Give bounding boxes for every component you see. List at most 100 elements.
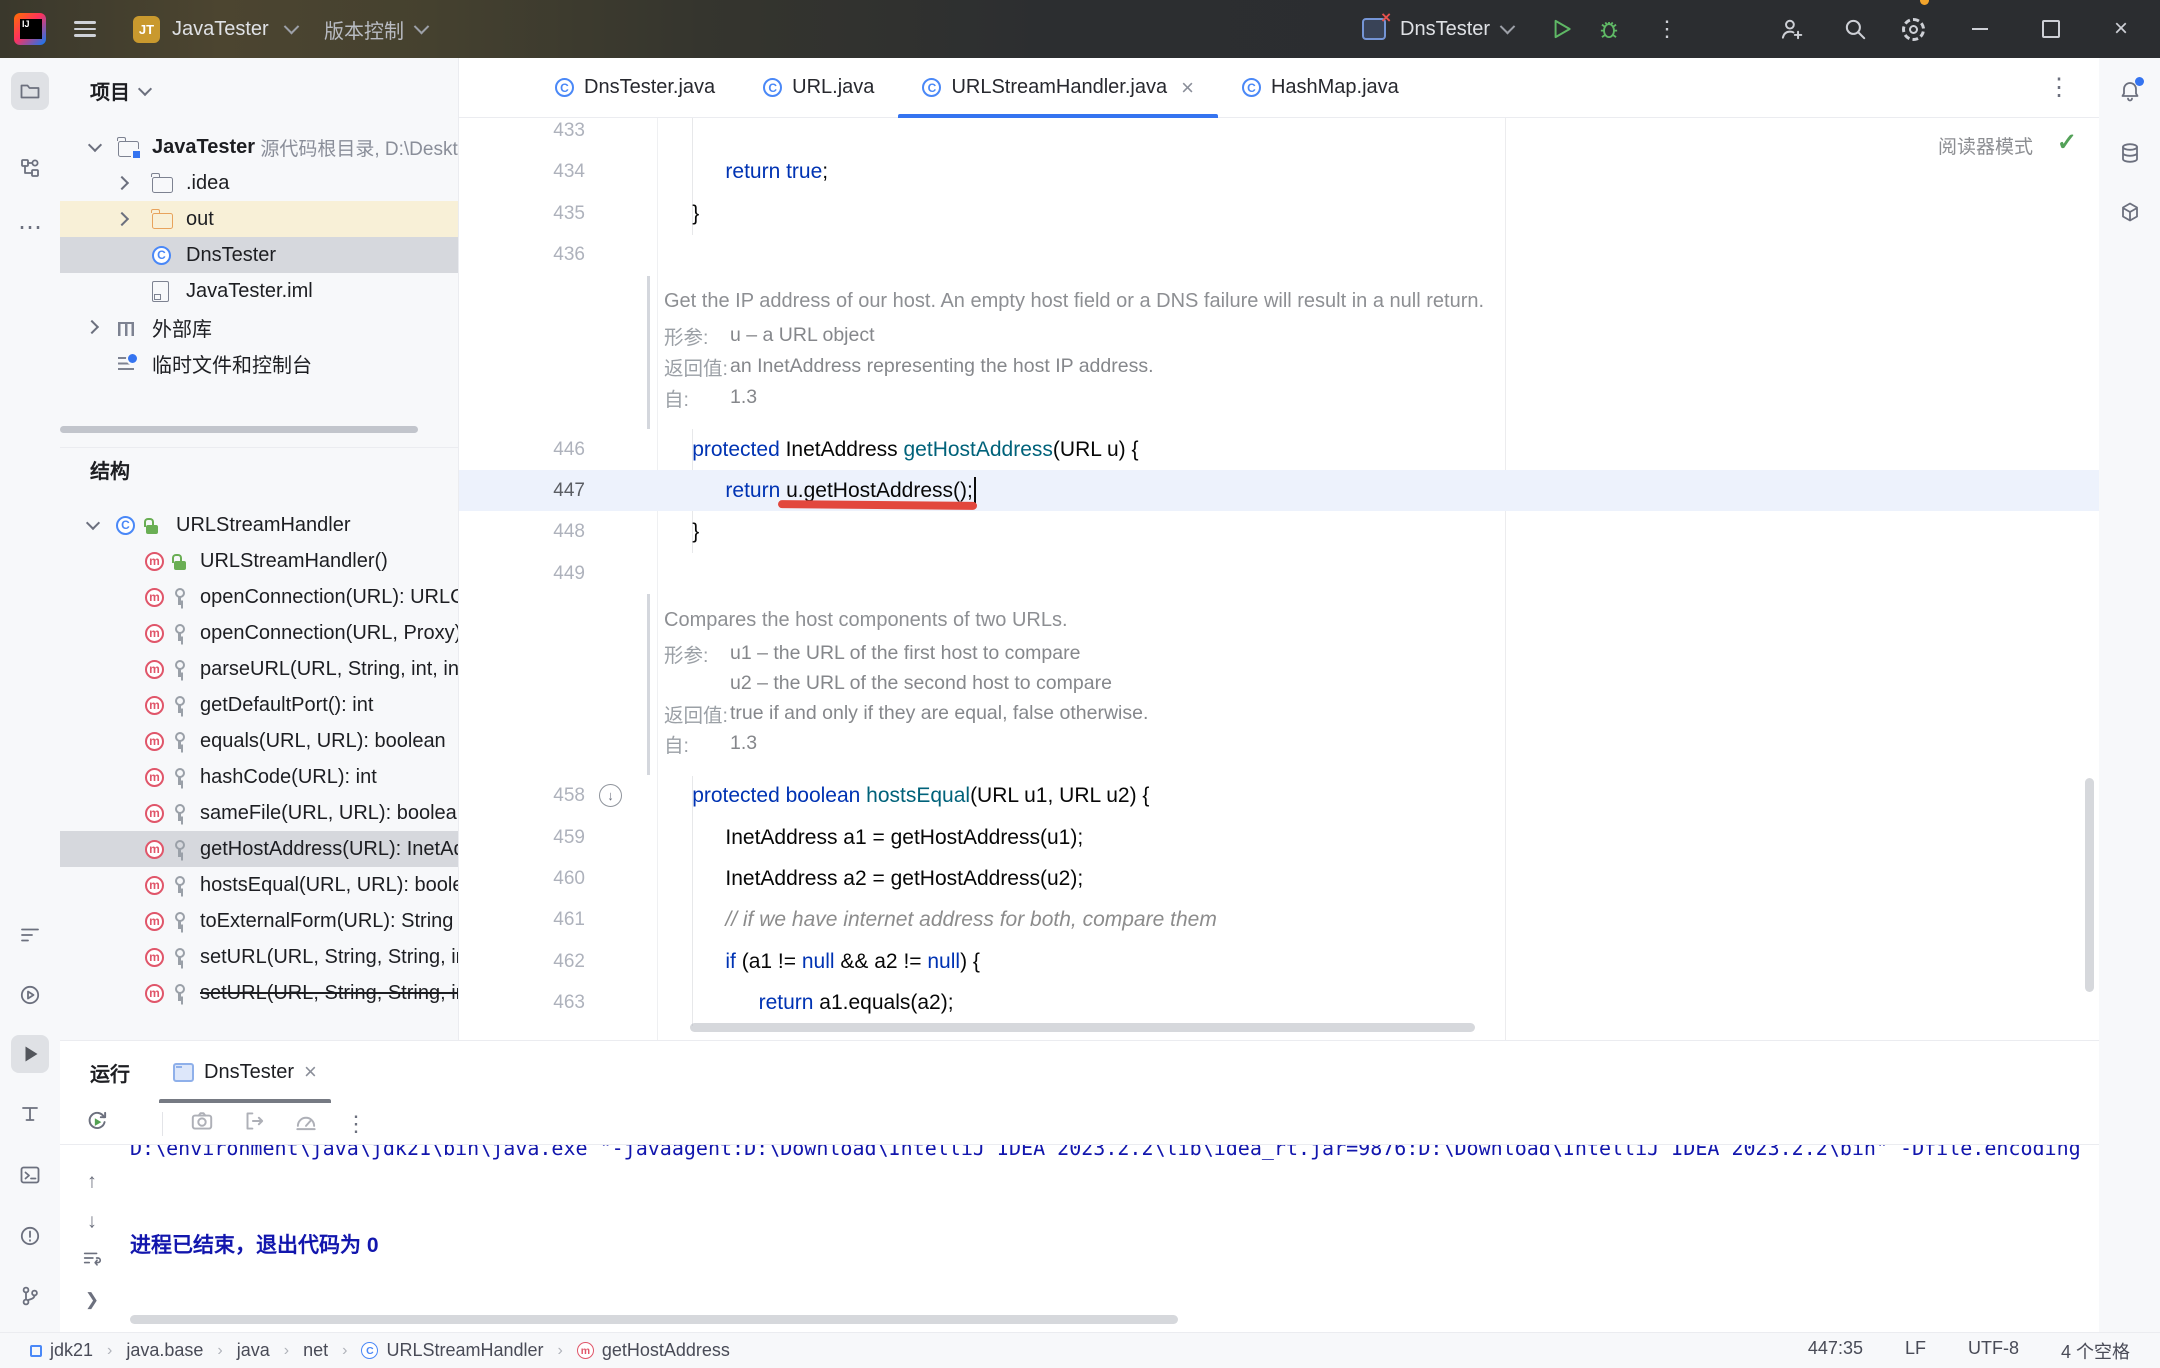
project-tree-item[interactable]: CDnsTester — [60, 237, 458, 273]
editor-tab[interactable]: CURL.java — [739, 58, 898, 117]
project-badge[interactable]: JT — [133, 0, 160, 58]
run-button[interactable] — [1548, 0, 1574, 58]
maximize-icon[interactable] — [2042, 0, 2060, 58]
breadcrumb-item[interactable]: CURLStreamHandler — [361, 1340, 543, 1361]
structure-method-item[interactable]: mgetDefaultPort(): int — [60, 687, 458, 723]
add-user-icon[interactable] — [1778, 0, 1804, 58]
close-icon[interactable]: × — [1181, 75, 1194, 101]
code-line-459[interactable]: 459InetAddress a1 = getHostAddress(u1); — [459, 817, 2099, 858]
reader-mode-label[interactable]: 阅读器模式 — [1938, 132, 2033, 159]
structure-method-item[interactable]: mhostsEqual(URL, URL): boolean — [60, 867, 458, 903]
breadcrumb-item[interactable]: net — [303, 1340, 328, 1361]
more-icon[interactable]: ⋮ — [1656, 0, 1678, 58]
panel-splitter[interactable] — [60, 447, 458, 448]
todo-icon[interactable] — [11, 916, 49, 954]
jump-icon[interactable] — [241, 1108, 267, 1139]
more-icon[interactable]: ⋮ — [2047, 73, 2071, 102]
structure-method-item[interactable]: mopenConnection(URL, Proxy): URLC — [60, 615, 458, 651]
code-line-436[interactable]: 436 — [459, 234, 2099, 275]
chevron-right-icon[interactable] — [120, 214, 127, 224]
code-line-461[interactable]: 461// if we have internet address for bo… — [459, 899, 2099, 940]
structure-method-item[interactable]: msetURL(URL, String, String, int, Strin — [60, 939, 458, 975]
run-icon[interactable] — [11, 1035, 49, 1073]
more-icon[interactable]: ⋯ — [11, 208, 49, 246]
run-tab-dnstester[interactable]: DnsTester × — [155, 1041, 335, 1103]
terminal-icon[interactable] — [11, 1156, 49, 1194]
project-folder-icon[interactable] — [11, 72, 49, 110]
indent-setting[interactable]: 4 个空格 — [2061, 1338, 2130, 1364]
horizontal-scrollbar[interactable] — [130, 1315, 1178, 1324]
project-panel-header[interactable]: 项目 — [90, 76, 150, 105]
structure-panel-header[interactable]: 结构 — [90, 455, 130, 484]
structure-method-item[interactable]: mURLStreamHandler() — [60, 543, 458, 579]
horizontal-scrollbar[interactable] — [60, 426, 418, 433]
caret-position[interactable]: 447:35 — [1808, 1338, 1863, 1364]
editor-tab[interactable]: CHashMap.java — [1218, 58, 1423, 117]
structure-icon[interactable] — [11, 149, 49, 187]
search-icon[interactable] — [1842, 0, 1868, 58]
expand-icon[interactable]: ❯ — [85, 1290, 99, 1310]
code-editor[interactable]: 433434return true;435}436Get the IP addr… — [459, 118, 2099, 1040]
chevron-right-icon[interactable] — [120, 178, 127, 188]
project-widget[interactable]: JavaTester — [172, 0, 269, 58]
editor-tab[interactable]: CDnsTester.java — [531, 58, 739, 117]
vcs-widget[interactable]: 版本控制 — [324, 0, 404, 58]
project-tree-item[interactable]: out — [60, 201, 458, 237]
camera-icon[interactable] — [189, 1108, 215, 1139]
scroll-down-icon[interactable]: ↓ — [87, 1211, 97, 1234]
gauge-icon[interactable] — [293, 1108, 319, 1139]
main-menu-icon[interactable] — [74, 0, 96, 58]
vertical-scrollbar[interactable] — [2085, 778, 2094, 992]
structure-method-item[interactable]: mparseURL(URL, String, int, int): void — [60, 651, 458, 687]
code-line-463[interactable]: 463return a1.equals(a2); — [459, 982, 2099, 1023]
structure-method-item[interactable]: mopenConnection(URL): URLConnec — [60, 579, 458, 615]
run-console[interactable]: ↑ ↓ ❯ D:\environment\java\jdk21\bin\java… — [60, 1144, 2099, 1333]
version-control-icon[interactable] — [11, 1277, 49, 1315]
structure-method-item[interactable]: mequals(URL, URL): boolean — [60, 723, 458, 759]
project-tree-item[interactable]: 临时文件和控制台 — [60, 345, 458, 381]
code-line-449[interactable]: 449 — [459, 553, 2099, 594]
structure-method-item[interactable]: mgetHostAddress(URL): InetAddress — [60, 831, 458, 867]
structure-method-item[interactable]: mhashCode(URL): int — [60, 759, 458, 795]
app-logo[interactable]: IJ — [14, 0, 46, 58]
minimize-icon[interactable] — [1972, 0, 1988, 58]
settings-icon[interactable] — [1902, 0, 1925, 58]
overridden-icon[interactable]: ↓ — [599, 784, 622, 807]
breadcrumb-item[interactable]: jdk21 — [30, 1340, 93, 1361]
rerun-icon[interactable] — [84, 1108, 110, 1139]
close-icon[interactable]: × — [2114, 0, 2128, 58]
code-line-446[interactable]: 446protected InetAddress getHostAddress(… — [459, 429, 2099, 470]
project-tree-item[interactable]: JavaTester.iml — [60, 273, 458, 309]
code-line-435[interactable]: 435} — [459, 193, 2099, 234]
structure-root-item[interactable]: CURLStreamHandler — [60, 507, 458, 543]
inspection-check-icon[interactable]: ✓ — [2057, 128, 2077, 157]
project-tree-item[interactable]: JavaTester 源代码根目录, D:\Desktop\J — [60, 129, 458, 165]
code-line-460[interactable]: 460InetAddress a2 = getHostAddress(u2); — [459, 858, 2099, 899]
line-separator[interactable]: LF — [1905, 1338, 1926, 1364]
problems-icon[interactable] — [11, 1217, 49, 1255]
chevron-down-icon[interactable] — [90, 144, 100, 150]
build-icon[interactable] — [11, 1095, 49, 1133]
code-line-458[interactable]: 458↓protected boolean hostsEqual(URL u1,… — [459, 775, 2099, 816]
scroll-up-icon[interactable]: ↑ — [87, 1171, 97, 1194]
horizontal-scrollbar[interactable] — [690, 1023, 1475, 1032]
code-line-433[interactable]: 433 — [459, 118, 2099, 151]
chevron-right-icon[interactable] — [90, 322, 97, 332]
breadcrumb-item[interactable]: java.base — [126, 1340, 203, 1361]
breadcrumb-item[interactable]: mgetHostAddress — [577, 1340, 730, 1361]
editor-tab[interactable]: CURLStreamHandler.java× — [898, 58, 1218, 117]
structure-method-item[interactable]: msameFile(URL, URL): boolean — [60, 795, 458, 831]
project-tree-item[interactable]: .idea — [60, 165, 458, 201]
notifications-icon[interactable] — [2111, 72, 2149, 110]
structure-method-item[interactable]: msetURL(URL, String, String, int, Strin — [60, 975, 458, 1011]
run-config-icon[interactable] — [1362, 0, 1386, 58]
soft-wrap-icon[interactable] — [81, 1247, 103, 1275]
breadcrumb-item[interactable]: java — [237, 1340, 270, 1361]
chevron-down-icon[interactable] — [88, 522, 98, 528]
run-config-selector[interactable]: DnsTester — [1400, 0, 1490, 58]
structure-method-item[interactable]: mtoExternalForm(URL): String — [60, 903, 458, 939]
more-icon[interactable]: ⋮ — [345, 1111, 367, 1137]
debug-button[interactable] — [1596, 0, 1622, 58]
project-tree-item[interactable]: 外部库 — [60, 309, 458, 345]
code-line-447[interactable]: 447return u.getHostAddress(); — [459, 470, 2099, 511]
